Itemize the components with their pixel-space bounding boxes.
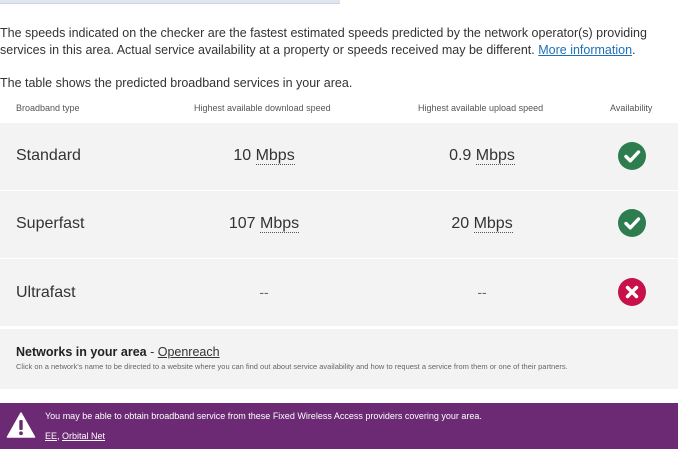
row-type: Superfast <box>16 215 85 232</box>
networks-title: Networks in your area - Openreach <box>16 345 220 359</box>
networks-note: Click on a network's name to be directed… <box>16 362 568 371</box>
more-information-link[interactable]: More information <box>538 43 632 57</box>
download-unit: Mbps <box>260 215 300 233</box>
upload-value: 0.9 <box>449 147 472 164</box>
table-row: Ultrafast -- -- <box>0 259 678 327</box>
row-type: Ultrafast <box>16 284 76 301</box>
check-icon <box>618 209 646 237</box>
upload-speed: 20 Mbps <box>402 215 562 233</box>
fwa-message: You may be able to obtain broadband serv… <box>45 411 482 421</box>
download-speed: 107 Mbps <box>184 215 344 233</box>
download-unit: Mbps <box>255 147 295 165</box>
upload-speed: 0.9 Mbps <box>402 147 562 165</box>
openreach-link[interactable]: Openreach <box>158 345 220 359</box>
networks-panel: Networks in your area - Openreach Click … <box>0 329 678 389</box>
warning-icon <box>6 411 36 444</box>
row-type: Standard <box>16 147 81 164</box>
download-speed: 10 Mbps <box>184 147 344 165</box>
download-speed: -- <box>184 284 344 300</box>
header-availability: Availability <box>610 103 653 113</box>
table-header: Broadband type Highest available downloa… <box>0 103 678 119</box>
download-value: -- <box>259 284 269 300</box>
header-broadband-type: Broadband type <box>16 103 80 113</box>
networks-separator: - <box>146 345 158 359</box>
cross-icon <box>618 278 646 306</box>
top-divider <box>0 0 340 4</box>
download-value: 107 <box>228 215 256 232</box>
table-intro: The table shows the predicted broadband … <box>0 76 353 90</box>
download-value: 10 <box>233 147 252 164</box>
check-icon <box>618 142 646 170</box>
upload-value: -- <box>477 284 487 300</box>
upload-unit: Mbps <box>473 215 513 233</box>
intro-paragraph: The speeds indicated on the checker are … <box>0 25 676 59</box>
networks-label: Networks in your area <box>16 345 147 359</box>
header-upload-speed: Highest available upload speed <box>418 103 544 113</box>
fwa-providers: EE, Orbital Net <box>45 431 105 441</box>
upload-speed: -- <box>402 284 562 300</box>
upload-value: 20 <box>451 215 470 232</box>
upload-unit: Mbps <box>475 147 515 165</box>
provider-link-orbital-net[interactable]: Orbital Net <box>62 431 105 441</box>
provider-link-ee[interactable]: EE <box>45 431 57 441</box>
fixed-wireless-banner: You may be able to obtain broadband serv… <box>0 403 678 449</box>
table-row: Superfast 107 Mbps 20 Mbps <box>0 191 678 259</box>
table-row: Standard 10 Mbps 0.9 Mbps <box>0 123 678 191</box>
intro-after: . <box>632 43 636 57</box>
header-download-speed: Highest available download speed <box>194 103 331 113</box>
